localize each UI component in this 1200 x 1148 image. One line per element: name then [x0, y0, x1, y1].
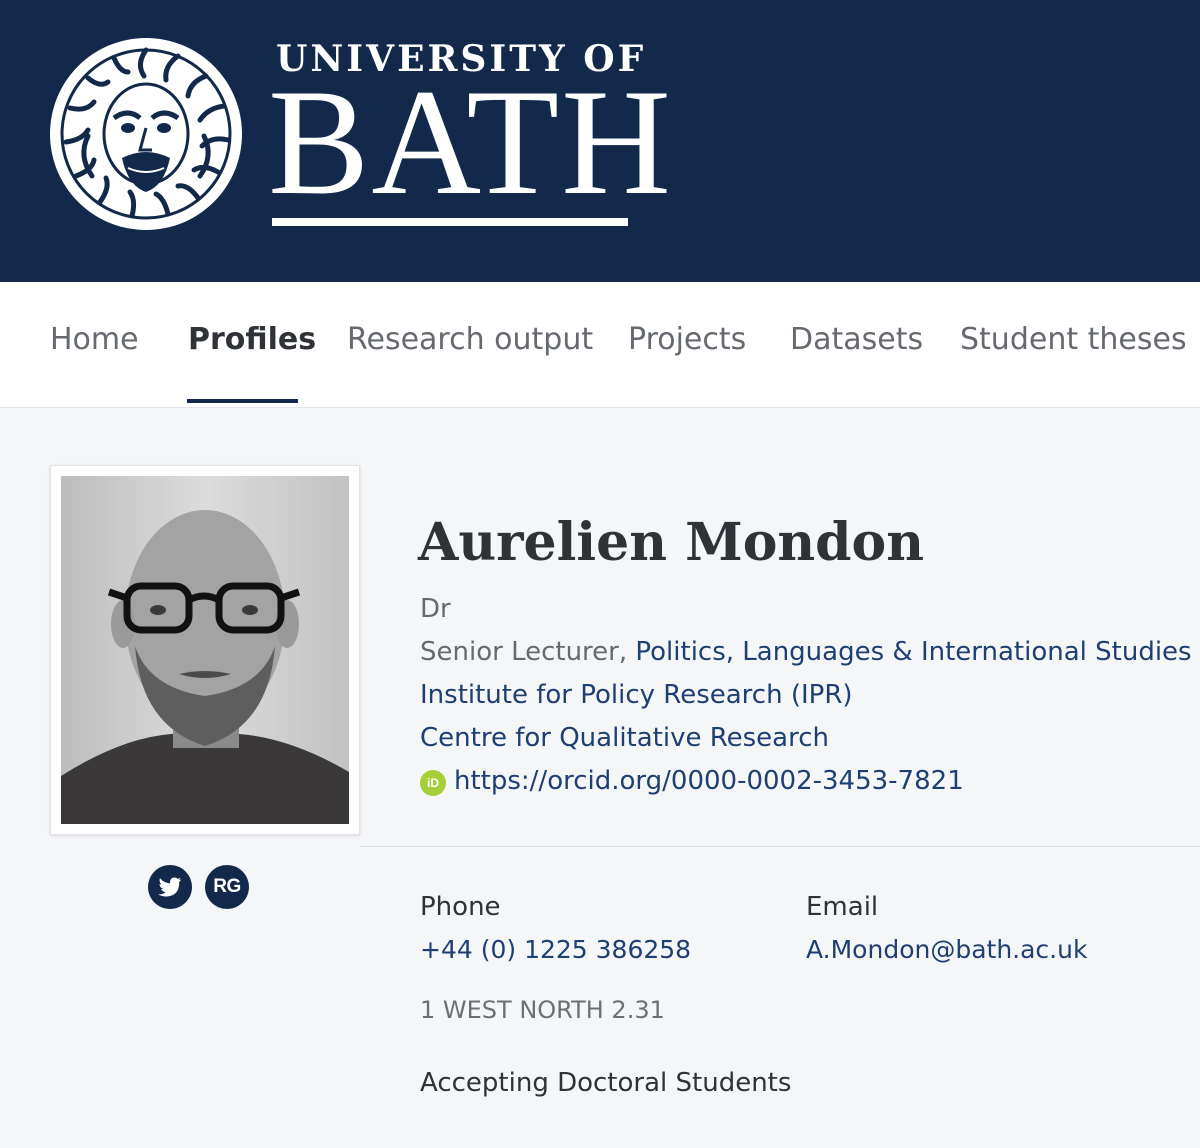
accepting-doctoral-students: Accepting Doctoral Students [420, 1068, 792, 1098]
nav-projects[interactable]: Projects [628, 322, 746, 357]
logo-underline-rule [272, 218, 628, 226]
twitter-icon [158, 877, 181, 897]
phone-label: Phone [420, 892, 501, 922]
orcid-icon: iD [420, 770, 446, 796]
logo-bath[interactable]: BATH [268, 66, 673, 218]
main-nav: Home Profiles Research output Projects D… [0, 282, 1200, 408]
sun-god-seal-icon[interactable] [48, 36, 244, 232]
nav-student-theses[interactable]: Student theses [960, 322, 1187, 357]
position-label: Senior Lecturer, [420, 637, 628, 667]
profile-name: Aurelien Mondon [418, 512, 925, 573]
orcid-link[interactable]: https://orcid.org/0000-0002-3453-7821 [454, 766, 964, 796]
profile-photo-frame [50, 465, 360, 835]
nav-datasets[interactable]: Datasets [790, 322, 923, 357]
profile-position-line: Senior Lecturer, Politics, Languages & I… [420, 637, 1192, 667]
profile-photo [61, 476, 349, 824]
nav-active-indicator [187, 399, 298, 403]
office-location: 1 WEST NORTH 2.31 [420, 996, 665, 1024]
affiliation-ipr-link[interactable]: Institute for Policy Research (IPR) [420, 680, 853, 710]
email-label: Email [806, 892, 879, 922]
affiliation-cqr-link[interactable]: Centre for Qualitative Research [420, 723, 829, 753]
nav-research-output[interactable]: Research output [347, 322, 593, 357]
researchgate-button[interactable]: RG [205, 865, 249, 909]
nav-home[interactable]: Home [50, 322, 139, 357]
department-link[interactable]: Politics, Languages & International Stud… [635, 637, 1191, 667]
email-link[interactable]: A.Mondon@bath.ac.uk [806, 935, 1087, 964]
phone-link[interactable]: +44 (0) 1225 386258 [420, 935, 691, 964]
orcid-line: iD https://orcid.org/0000-0002-3453-7821 [420, 766, 964, 796]
twitter-button[interactable] [148, 865, 192, 909]
site-header: UNIVERSITY OF BATH [0, 0, 1200, 282]
profile-title: Dr [420, 594, 451, 624]
nav-profiles[interactable]: Profiles [188, 322, 316, 357]
section-divider [360, 846, 1200, 847]
